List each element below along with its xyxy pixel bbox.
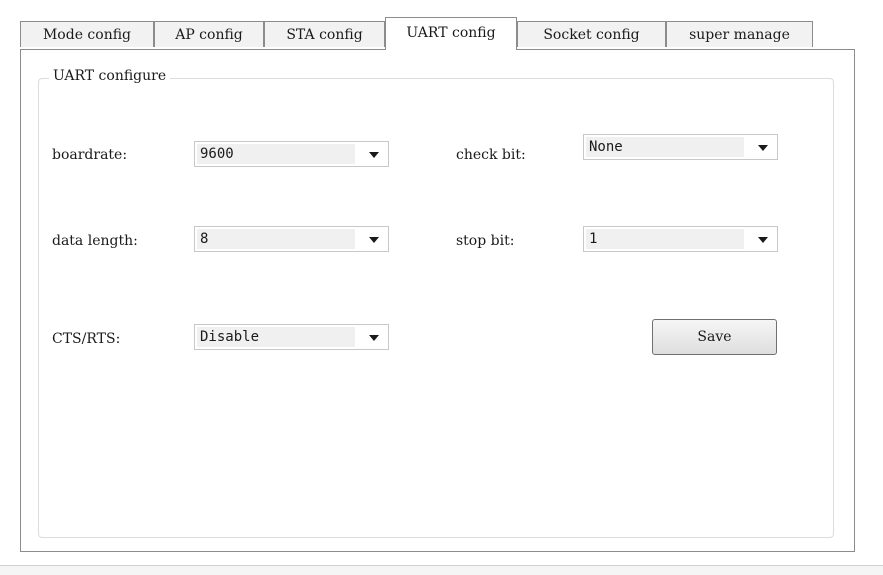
data-length-label: data length: <box>52 233 138 249</box>
tab-panel: UART configure boardrate: 9600 check bit… <box>20 49 855 552</box>
stop-bit-value: 1 <box>586 229 744 249</box>
tab-sta-config[interactable]: STA config <box>264 21 385 47</box>
save-button[interactable]: Save <box>652 319 777 355</box>
baudrate-value: 9600 <box>197 144 355 164</box>
data-length-select[interactable]: 8 <box>194 226 389 252</box>
chevron-down-icon[interactable] <box>369 335 379 341</box>
chevron-down-icon[interactable] <box>369 152 379 158</box>
group-title: UART configure <box>49 68 171 84</box>
data-length-value: 8 <box>197 229 355 249</box>
stop-bit-label: stop bit: <box>456 233 515 249</box>
tab-super-manage[interactable]: super manage <box>666 21 813 47</box>
check-bit-label: check bit: <box>456 147 526 163</box>
tab-uart-config[interactable]: UART config <box>385 17 517 50</box>
cts-rts-value: Disable <box>197 327 355 347</box>
chevron-down-icon[interactable] <box>758 145 768 151</box>
uart-configure-group: UART configure boardrate: 9600 check bit… <box>38 68 834 538</box>
cts-rts-label: CTS/RTS: <box>52 331 121 347</box>
cts-rts-select[interactable]: Disable <box>194 324 389 350</box>
baudrate-select[interactable]: 9600 <box>194 141 389 167</box>
baudrate-label: boardrate: <box>52 147 128 163</box>
chevron-down-icon[interactable] <box>369 237 379 243</box>
check-bit-select[interactable]: None <box>583 134 778 160</box>
tab-bar: Mode config AP config STA config UART co… <box>20 17 860 50</box>
stop-bit-select[interactable]: 1 <box>583 226 778 252</box>
tab-mode-config[interactable]: Mode config <box>20 21 154 47</box>
tab-ap-config[interactable]: AP config <box>154 21 264 47</box>
check-bit-value: None <box>586 137 744 157</box>
tab-socket-config[interactable]: Socket config <box>517 21 666 47</box>
chevron-down-icon[interactable] <box>758 237 768 243</box>
